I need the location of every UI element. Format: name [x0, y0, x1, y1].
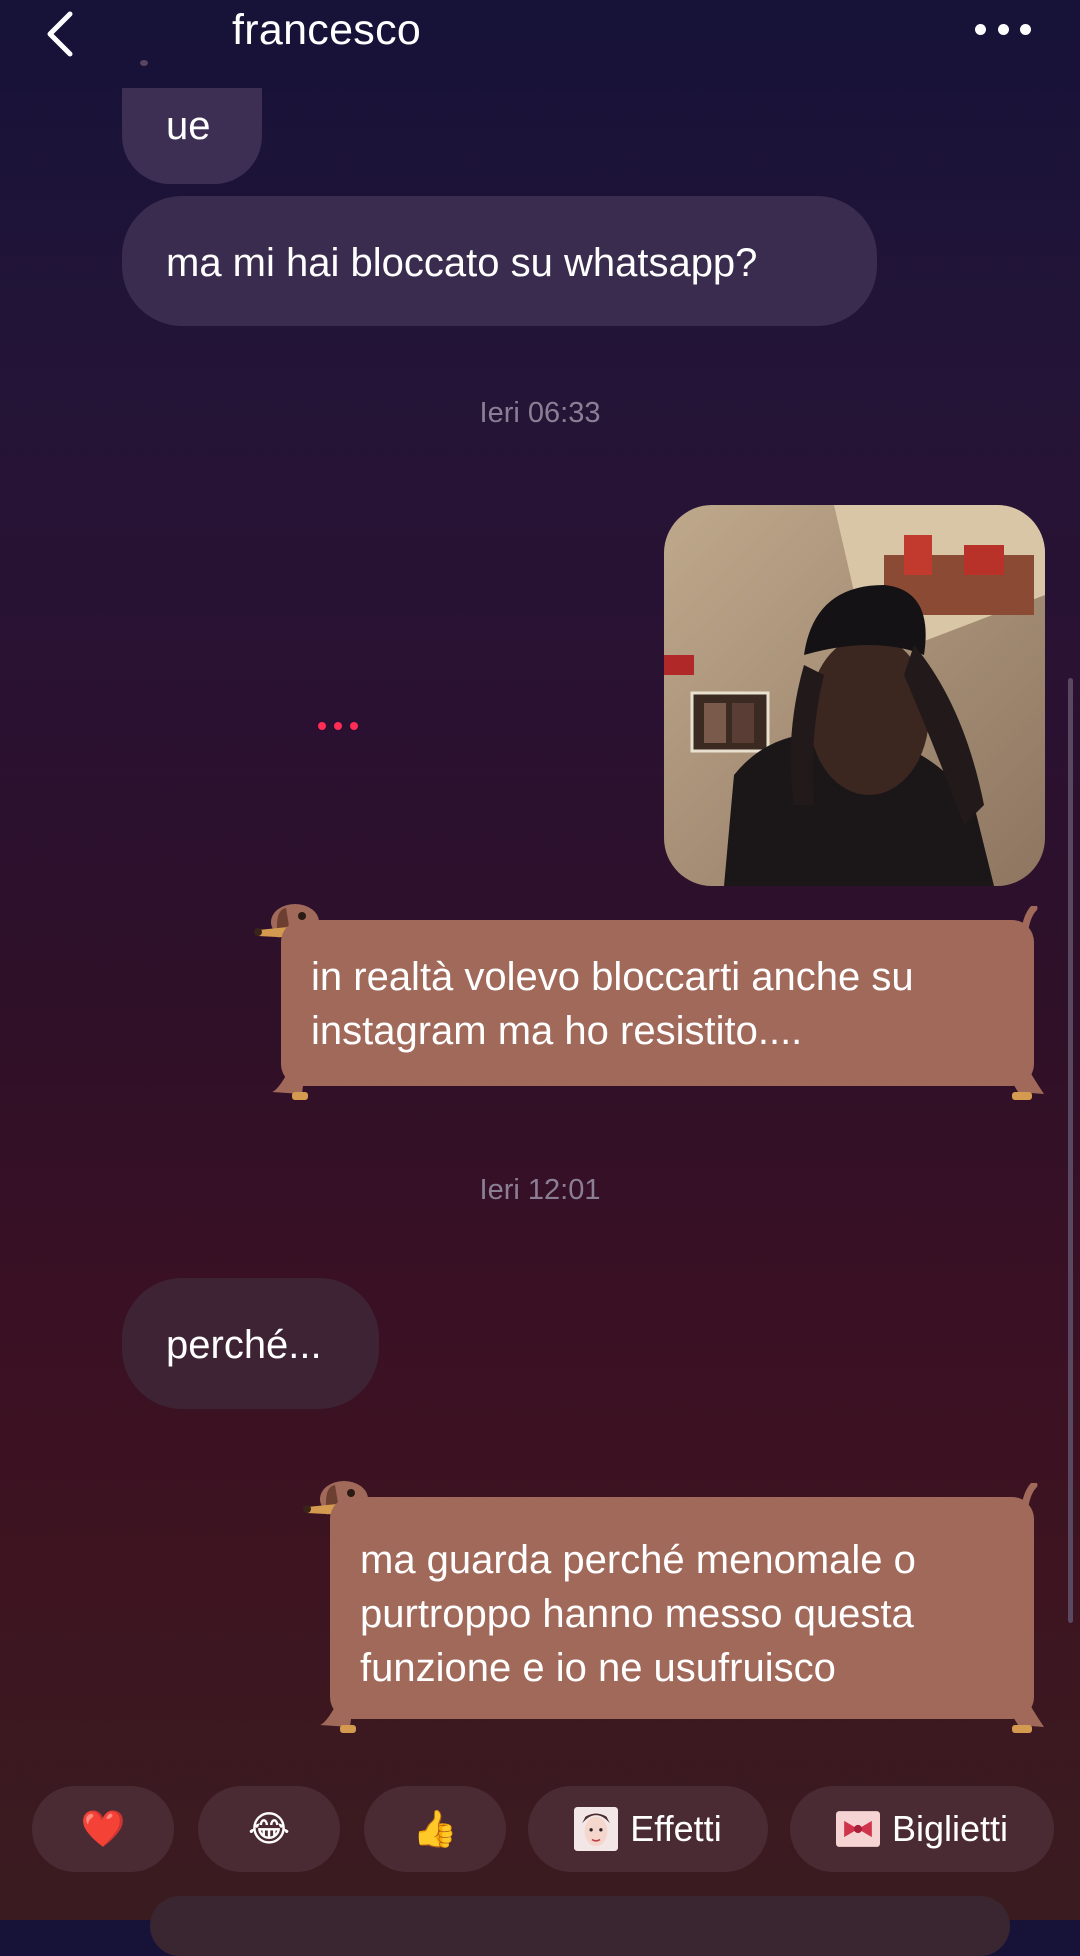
reaction-thumbs-up-button[interactable]: 👍 [364, 1786, 506, 1872]
photo-message[interactable] [664, 505, 1045, 886]
reaction-heart-button[interactable]: ❤️ [32, 1786, 174, 1872]
message-incoming[interactable]: ue [122, 88, 262, 184]
effects-label: Effetti [630, 1808, 722, 1849]
message-outgoing[interactable]: in realtà volevo bloccarti anche su inst… [281, 920, 1034, 1086]
cards-label: Biglietti [891, 1808, 1009, 1849]
photo-thumbnail [664, 505, 1045, 886]
cards-button[interactable]: Biglietti [790, 1786, 1054, 1872]
heart-emoji-icon: ❤️ [80, 1808, 126, 1849]
ribbon-card-icon [835, 1807, 880, 1851]
timestamp: Ieri 06:33 [479, 397, 601, 429]
timestamp: Ieri 12:01 [479, 1174, 601, 1206]
reaction-laugh-button[interactable]: 😂 [198, 1786, 340, 1872]
scrollbar[interactable] [1068, 678, 1073, 1623]
message-text: ma guarda perché menomale o purtroppo ha… [360, 1538, 916, 1690]
chevron-left-icon [47, 11, 73, 57]
dachshund-back-legs-icon [1000, 1705, 1050, 1740]
message-input[interactable] [150, 1896, 1010, 1956]
header-decoration [140, 60, 148, 66]
thumbs-up-emoji-icon: 👍 [412, 1808, 458, 1849]
typing-indicator [318, 722, 358, 732]
message-incoming[interactable]: perché... [122, 1278, 379, 1409]
more-options-button[interactable] [975, 22, 1031, 36]
message-text: ma mi hai bloccato su whatsapp? [166, 241, 758, 285]
message-text: in realtà volevo bloccarti anche su inst… [311, 955, 914, 1053]
dachshund-front-legs-icon [316, 1705, 376, 1740]
message-outgoing[interactable]: ma guarda perché menomale o purtroppo ha… [330, 1497, 1034, 1719]
message-text: perché... [166, 1323, 322, 1367]
message-text: ue [166, 104, 211, 148]
laugh-emoji-icon: 😂 [247, 1808, 291, 1849]
back-button[interactable] [38, 6, 82, 57]
contact-name[interactable]: francesco [232, 2, 421, 58]
dachshund-back-legs-icon [1000, 1072, 1050, 1107]
dachshund-front-legs-icon [268, 1072, 328, 1107]
more-horizontal-icon [975, 23, 986, 35]
message-incoming[interactable]: ma mi hai bloccato su whatsapp? [122, 196, 877, 326]
effects-button[interactable]: Effetti [528, 1786, 768, 1872]
face-filter-icon [574, 1807, 619, 1851]
